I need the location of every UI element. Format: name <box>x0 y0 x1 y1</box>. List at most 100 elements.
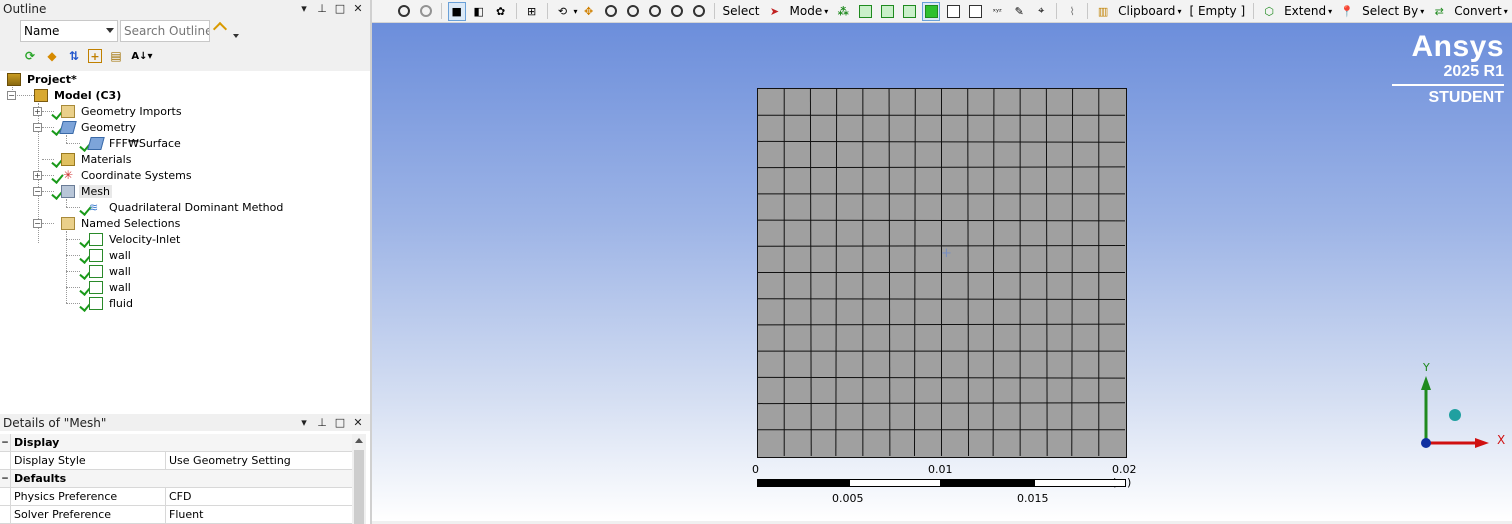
zoom-in-icon[interactable] <box>395 2 413 21</box>
select-node-icon[interactable] <box>944 2 962 21</box>
select-edge-icon[interactable] <box>856 2 874 21</box>
pan-icon[interactable]: ✥ <box>580 2 598 21</box>
collapse-mesh-toggle[interactable]: − <box>33 187 42 196</box>
tree-item-wall-1[interactable]: wall <box>89 247 133 263</box>
eraser-icon[interactable]: ◆ <box>44 48 60 64</box>
select-by-icon[interactable]: 📍 <box>1338 2 1356 21</box>
tree-item-geometry-imports[interactable]: Geometry Imports <box>61 103 184 119</box>
mesh-surface[interactable] <box>757 88 1127 458</box>
maximize-icon[interactable]: □ <box>334 416 346 429</box>
details-row[interactable]: Display Style Use Geometry Setting <box>0 452 352 470</box>
details-section-display[interactable]: − Display <box>0 434 352 452</box>
scroll-thumb[interactable] <box>354 450 364 524</box>
tree-item-mesh[interactable]: Mesh <box>61 183 112 199</box>
collapse-model-toggle[interactable]: − <box>7 91 16 100</box>
tree-item-velocity-inlet[interactable]: Velocity-Inlet <box>89 231 182 247</box>
sort-icon[interactable]: ⇅ <box>66 48 82 64</box>
axis-triad[interactable]: Y X <box>1412 358 1512 458</box>
tree-item-project[interactable]: Project* <box>7 71 79 87</box>
scale-label: 0.015 <box>1017 492 1049 505</box>
show-mesh-icon[interactable]: ✿ <box>492 2 510 21</box>
collapse-geometry-toggle[interactable]: − <box>33 123 42 132</box>
brand-edition: STUDENT <box>1428 89 1504 106</box>
solid-view-icon[interactable]: ■ <box>447 1 466 21</box>
graphics-viewport[interactable]: Ansys 2025 R1 STUDENT + 0 0.01 0.02 (m) … <box>372 23 1512 521</box>
select-by-dropdown[interactable]: Select By ▾ <box>1358 4 1428 18</box>
clipboard-dropdown[interactable]: Clipboard ▾ <box>1114 4 1185 18</box>
zoom-fit-icon[interactable] <box>624 2 642 21</box>
tree-item-wall-3[interactable]: wall <box>89 279 133 295</box>
tree-item-materials[interactable]: Materials <box>61 151 133 167</box>
details-scrollbar[interactable] <box>352 434 366 524</box>
tree-item-wall-2[interactable]: wall <box>89 263 133 279</box>
details-row[interactable]: Solver Preference Fluent <box>0 506 352 524</box>
zoom-previous-icon[interactable] <box>690 2 708 21</box>
details-value[interactable]: CFD <box>166 488 352 505</box>
scroll-up-icon[interactable] <box>355 438 363 443</box>
pin-icon[interactable]: ⊥ <box>316 2 328 15</box>
mode-dropdown[interactable]: Mode ▾ <box>786 4 833 18</box>
rotate-icon[interactable]: ⟲ <box>554 2 572 21</box>
clipboard-icon[interactable]: ▥ <box>1094 2 1112 21</box>
details-grid: − Display Display Style Use Geometry Set… <box>0 434 352 524</box>
select-face-icon[interactable] <box>878 2 896 21</box>
label-icon[interactable]: ✎ <box>1010 2 1028 21</box>
convert-icon[interactable]: ⇄ <box>1430 2 1448 21</box>
scale-segment <box>757 479 849 487</box>
refresh-icon[interactable]: ⟳ <box>22 48 38 64</box>
collapse-icon[interactable]: − <box>0 434 11 451</box>
tree-item-geometry[interactable]: Geometry <box>59 119 138 135</box>
wireframe-view-icon[interactable]: ◧ <box>470 2 488 21</box>
box-zoom-icon[interactable]: ⊞ <box>523 2 541 21</box>
tree-item-quad-method[interactable]: ≋ Quadrilateral Dominant Method <box>89 199 285 215</box>
details-value[interactable]: Use Geometry Setting <box>166 452 352 469</box>
details-row[interactable]: Physics Preference CFD <box>0 488 352 506</box>
chevron-down-icon[interactable] <box>233 34 239 38</box>
details-section-defaults[interactable]: − Defaults <box>0 470 352 488</box>
clipboard-empty-label: [ Empty ] <box>1189 4 1246 18</box>
collapse-named-selections-toggle[interactable]: − <box>33 219 42 228</box>
select-body-icon[interactable] <box>900 2 918 21</box>
tree-item-named-selections[interactable]: Named Selections <box>61 215 182 231</box>
left-pane: Outline ▾ ⊥ □ ✕ Name ⟳ ◆ ⇅ + ▤ A↓▾ <box>0 0 370 524</box>
tree-item-surface[interactable]: FFF₩Surface <box>87 135 183 151</box>
extend-icon[interactable]: ⬡ <box>1260 2 1278 21</box>
collapse-icon[interactable]: − <box>0 470 11 487</box>
dropdown-icon[interactable]: ▾ <box>298 2 310 15</box>
expand-coordinate-systems-toggle[interactable]: + <box>33 171 42 180</box>
sort-az-icon[interactable]: A↓▾ <box>130 48 154 64</box>
pin-icon[interactable]: ⊥ <box>316 416 328 429</box>
tree-item-model[interactable]: Model (C3) <box>34 87 123 103</box>
graph-icon[interactable]: ⌇ <box>1063 2 1081 21</box>
expand-geometry-imports-toggle[interactable]: + <box>33 107 42 116</box>
zoom-out-icon[interactable] <box>417 2 435 21</box>
search-outline-input[interactable] <box>120 20 210 42</box>
tree-item-coordinate-systems[interactable]: ✳ Coordinate Systems <box>61 167 194 183</box>
tree-item-fluid[interactable]: fluid <box>89 295 135 311</box>
name-filter-select[interactable]: Name <box>20 20 118 42</box>
scale-segment <box>849 479 941 487</box>
select-element-face-icon[interactable] <box>922 1 941 21</box>
maximize-icon[interactable]: □ <box>334 2 346 15</box>
select-element-icon[interactable] <box>966 2 984 21</box>
project-icon <box>7 72 21 86</box>
chevron-down-icon[interactable]: ▾ <box>574 7 578 16</box>
surface-body-icon <box>87 136 105 150</box>
select-vertex-icon[interactable]: ⁂ <box>834 2 852 21</box>
close-icon[interactable]: ✕ <box>352 416 364 429</box>
close-icon[interactable]: ✕ <box>352 2 364 15</box>
coordinate-icon[interactable]: ˣʸᶻ <box>988 2 1006 21</box>
zoom-icon[interactable] <box>602 2 620 21</box>
go-to-parent-icon[interactable] <box>212 21 228 37</box>
folder-icon[interactable]: ▤ <box>108 48 124 64</box>
details-value[interactable]: Fluent <box>166 506 352 523</box>
zoom-to-selection-icon[interactable] <box>668 2 686 21</box>
measure-icon[interactable]: ⌖ <box>1032 2 1050 21</box>
zoom-box-icon[interactable] <box>646 2 664 21</box>
convert-dropdown[interactable]: Convert ▾ <box>1450 4 1511 18</box>
dropdown-icon[interactable]: ▾ <box>298 416 310 429</box>
expand-all-icon[interactable]: + <box>88 49 102 63</box>
select-button[interactable]: Select <box>718 4 763 18</box>
cursor-icon[interactable]: ➤ <box>766 2 784 21</box>
extend-dropdown[interactable]: Extend ▾ <box>1280 4 1336 18</box>
